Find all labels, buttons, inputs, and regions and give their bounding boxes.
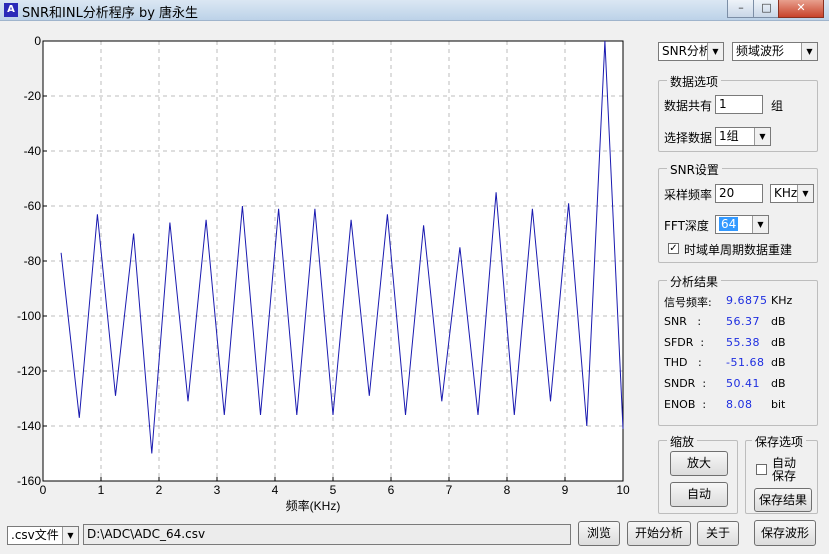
chevron-down-icon: ▼	[797, 185, 813, 202]
result-value: 55.38	[726, 335, 760, 349]
result-label: ENOB :	[664, 398, 707, 411]
fft-depth-select[interactable]: 64 ▼	[715, 215, 769, 234]
data-select-label: 选择数据	[664, 131, 713, 145]
browse-button[interactable]: 浏览	[578, 521, 620, 546]
start-analysis-button[interactable]: 开始分析	[627, 521, 691, 546]
result-label: SNDR :	[664, 377, 707, 391]
app-icon: A	[4, 3, 18, 17]
mode-select[interactable]: SNR分析 ▼	[658, 42, 724, 61]
about-button[interactable]: 关于	[697, 521, 739, 546]
rebuild-checkbox[interactable]: ✓	[668, 243, 679, 254]
data-total-field[interactable]: 1	[715, 95, 763, 114]
title-bar: A SNR和INL分析程序 by 唐永生 – □ ✕	[0, 0, 829, 21]
y-tick-label: -20	[24, 89, 42, 103]
file-path-field[interactable]: D:\ADC\ADC_64.csv	[83, 524, 571, 545]
y-tick-label: -80	[24, 254, 42, 268]
fft-depth-label: FFT深度	[664, 219, 709, 233]
result-value: 8.08	[726, 398, 753, 411]
y-tick-label: -60	[24, 199, 42, 213]
result-unit: dB	[771, 314, 786, 328]
chevron-down-icon: ▼	[62, 527, 78, 544]
zoom-in-button[interactable]: 放大	[670, 451, 728, 476]
save-results-button[interactable]: 保存结果	[754, 488, 812, 512]
x-tick-label: 10	[616, 483, 630, 497]
result-unit: KHz	[771, 294, 793, 307]
file-type-select[interactable]: .csv文件 ▼	[7, 526, 79, 545]
minimize-button[interactable]: –	[727, 0, 755, 18]
result-label: 信号频率:	[664, 296, 712, 309]
sample-rate-unit-select[interactable]: KHz ▼	[770, 184, 814, 203]
sample-rate-field[interactable]: 20	[715, 184, 763, 203]
result-value: -51.68	[726, 356, 765, 370]
close-button[interactable]: ✕	[778, 0, 824, 18]
sample-rate-label: 采样频率	[664, 188, 713, 202]
auto-save-checkbox[interactable]	[756, 464, 767, 475]
save-waveform-button[interactable]: 保存波形	[754, 520, 816, 546]
x-axis-label: 频率(KHz)	[286, 498, 341, 513]
result-value: 9.6875	[726, 294, 768, 307]
result-label: SNR :	[664, 314, 702, 328]
x-tick-label: 6	[388, 483, 395, 497]
rebuild-label: 时域单周期数据重建	[684, 243, 793, 257]
data-total-unit: 组	[771, 99, 784, 113]
auto-save-label: 自动 保存	[772, 456, 797, 483]
maximize-button[interactable]: □	[753, 0, 780, 18]
x-tick-label: 5	[330, 483, 337, 497]
x-tick-label: 4	[272, 483, 279, 497]
y-tick-label: -120	[17, 364, 41, 378]
chevron-down-icon: ▼	[754, 128, 770, 145]
chevron-down-icon: ▼	[707, 43, 723, 60]
auto-zoom-button[interactable]: 自动	[670, 482, 728, 507]
y-tick-label: -160	[17, 474, 41, 488]
spectrum-chart: 0 1 2 3 4 5 6 7 8 9 100-20-40-60-80-100-120-140-16…	[17, 34, 630, 513]
result-unit: dB	[771, 335, 786, 349]
result-label: THD :	[664, 356, 702, 370]
chevron-down-icon: ▼	[801, 43, 817, 60]
y-tick-label: -100	[17, 309, 41, 323]
x-tick-label: 7	[446, 483, 453, 497]
spectrum-plot: 0 1 2 3 4 5 6 7 8 9 10 0 -20 -40 -60 -80 -100 -120 -140 -16…	[3, 25, 649, 522]
x-tick-label: 2	[156, 483, 163, 497]
data-select[interactable]: 1组 ▼	[715, 127, 771, 146]
result-label: SFDR :	[664, 335, 705, 349]
result-value: 56.37	[726, 314, 760, 328]
y-tick-label: -140	[17, 419, 41, 433]
x-tick-label: 1	[98, 483, 105, 497]
chevron-down-icon: ▼	[752, 216, 768, 233]
x-tick-label: 9	[562, 483, 569, 497]
x-tick-label: 8	[504, 483, 511, 497]
data-total-label: 数据共有	[664, 99, 713, 113]
result-unit: bit	[771, 398, 786, 411]
result-unit: dB	[771, 356, 786, 370]
x-tick-label: 3	[214, 483, 221, 497]
y-tick-label: -40	[24, 144, 42, 158]
window-title: SNR和INL分析程序 by 唐永生	[22, 6, 199, 21]
y-tick-label: 0	[34, 34, 41, 48]
result-value: 50.41	[726, 377, 760, 391]
view-select[interactable]: 频域波形 ▼	[732, 42, 818, 61]
result-unit: dB	[771, 377, 786, 391]
